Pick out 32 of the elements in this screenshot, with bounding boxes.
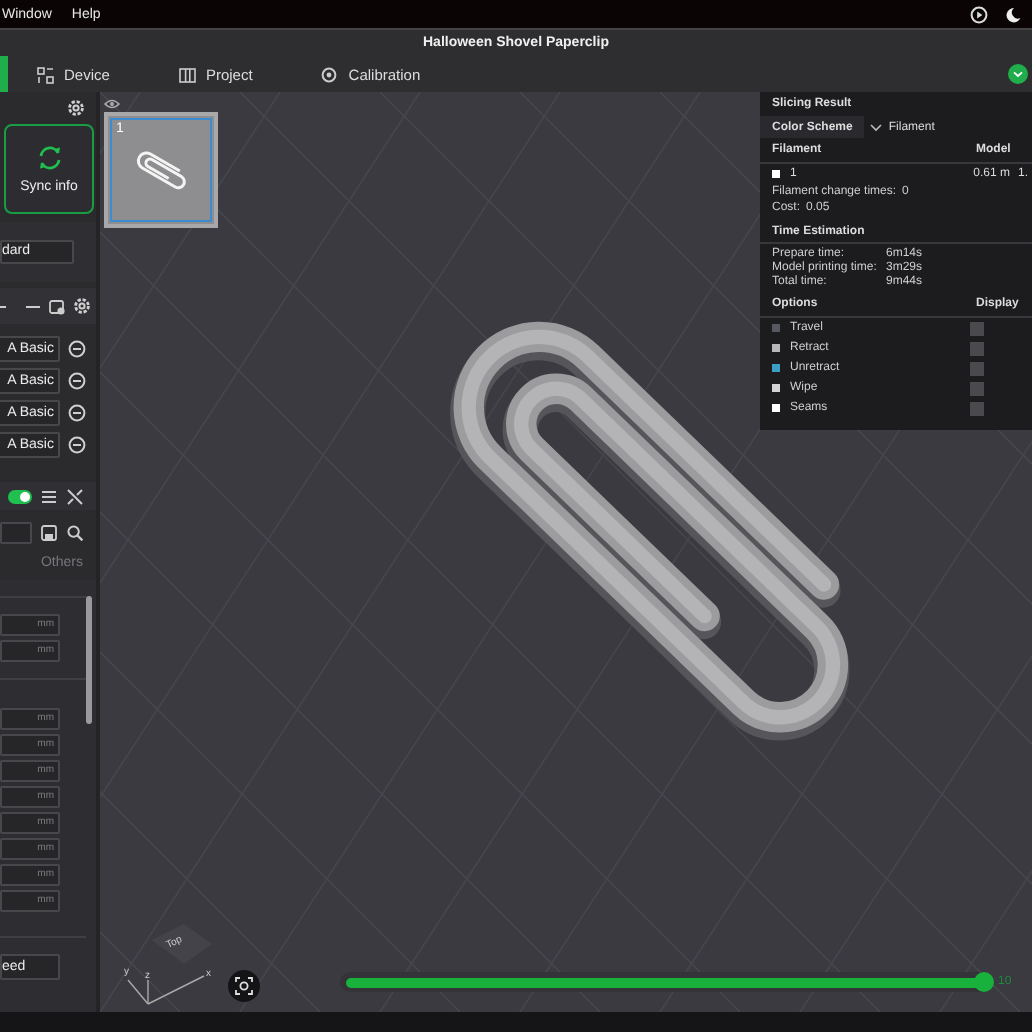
- slider-track[interactable]: [340, 972, 990, 992]
- search-icon[interactable]: [66, 523, 84, 541]
- focus-icon: [234, 976, 254, 996]
- display-checkbox[interactable]: [970, 321, 984, 335]
- display-checkbox[interactable]: [970, 401, 984, 415]
- display-checkbox[interactable]: [970, 381, 984, 395]
- collapse-icon[interactable]: [1008, 64, 1028, 84]
- toggle-switch[interactable]: [8, 489, 32, 503]
- remove-icon[interactable]: [68, 404, 86, 422]
- remove-icon[interactable]: [68, 372, 86, 390]
- sync-icon: [35, 144, 63, 172]
- remove-icon[interactable]: [68, 340, 86, 358]
- gear-icon[interactable]: [66, 98, 86, 118]
- paperclip-icon: [131, 150, 191, 190]
- scrollbar[interactable]: [86, 596, 92, 724]
- play-icon[interactable]: [970, 5, 988, 23]
- moon-icon[interactable]: [1004, 5, 1022, 23]
- search-field[interactable]: [0, 521, 32, 543]
- gear-icon[interactable]: [72, 296, 92, 316]
- target-icon: [320, 65, 339, 83]
- chevron-icon: [870, 123, 883, 131]
- slider-thumb[interactable]: [974, 972, 994, 992]
- display-checkbox[interactable]: [970, 361, 984, 375]
- fit-view-button[interactable]: [228, 970, 260, 1002]
- grid-icon: [177, 65, 196, 83]
- list-icon[interactable]: [40, 487, 58, 505]
- spool-icon[interactable]: [48, 297, 66, 315]
- remove-icon[interactable]: [68, 436, 86, 454]
- display-checkbox[interactable]: [970, 341, 984, 355]
- device-icon: [36, 65, 54, 83]
- save-icon[interactable]: [40, 523, 58, 541]
- eye-icon[interactable]: [104, 98, 120, 110]
